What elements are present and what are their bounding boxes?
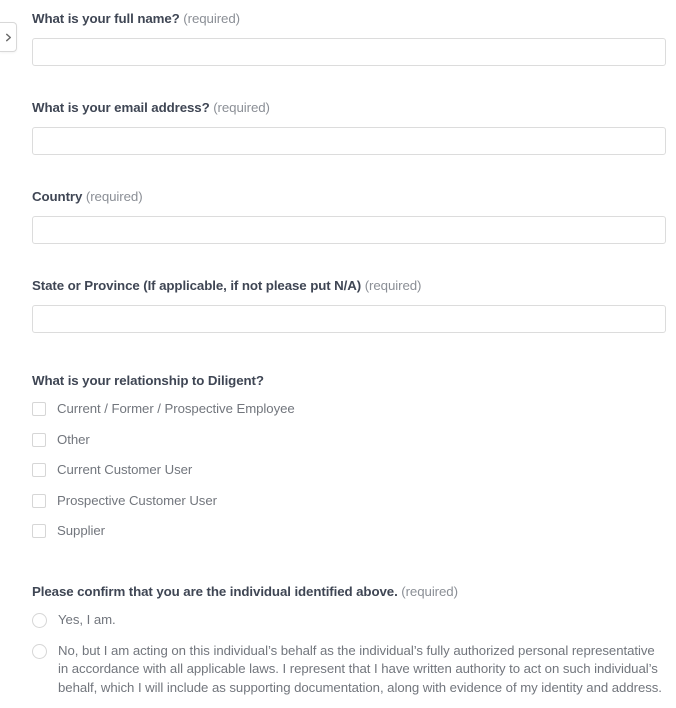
checkbox-row[interactable]: Current / Former / Prospective Employee [32,400,666,419]
checkbox-control[interactable] [32,493,46,508]
checkbox-row[interactable]: Current Customer User [32,461,666,480]
label-state-or-province: State or Province (If applicable, if not… [32,278,666,294]
label-relationship: What is your relationship to Diligent? [32,373,666,389]
radio-row[interactable]: Yes, I am. [32,611,666,630]
label-relationship-text: What is your relationship to Diligent? [32,373,264,388]
checkbox-label: Prospective Customer User [57,492,217,508]
checkbox-label: Other [57,431,90,447]
radio-control[interactable] [32,643,47,659]
required-marker: (required) [401,583,458,599]
checkbox-control[interactable] [32,463,46,478]
radio-label: No, but I am acting on this individual’s… [58,642,662,695]
chevron-right-icon [4,33,13,42]
label-country-text: Country [32,189,83,204]
required-marker: (required) [183,11,240,26]
checkbox-control[interactable] [32,432,46,447]
field-country: Country (required) [32,189,666,244]
country-input[interactable] [32,216,666,244]
full-name-input[interactable] [32,38,666,66]
required-marker: (required) [364,278,422,293]
checkbox-label: Supplier [57,523,105,539]
label-country: Country (required) [32,189,666,205]
required-marker: (required) [213,100,270,115]
label-email-address-text: What is your email address? [32,100,210,115]
label-confirm-identity: Please confirm that you are the individu… [32,584,666,600]
label-full-name-text: What is your full name? [32,11,180,26]
checkbox-label: Current Customer User [57,462,193,478]
privacy-request-form: What is your full name? (required) What … [32,0,666,697]
email-address-input[interactable] [32,127,666,155]
checkbox-row[interactable]: Prospective Customer User [32,492,666,511]
confirm-identity-radio-group: Yes, I am. No, but I am acting on this i… [32,611,666,697]
required-marker: (required) [85,189,143,204]
checkbox-control[interactable] [32,524,46,539]
label-full-name: What is your full name? (required) [32,11,666,27]
field-state-or-province: State or Province (If applicable, if not… [32,278,666,333]
field-full-name: What is your full name? (required) [32,11,666,66]
label-email-address: What is your email address? (required) [32,100,666,116]
checkbox-control[interactable] [32,402,46,416]
field-confirm-identity: Please confirm that you are the individu… [32,584,666,697]
field-email-address: What is your email address? (required) [32,100,666,155]
radio-control[interactable] [32,612,47,628]
label-state-or-province-text: State or Province (If applicable, if not… [32,278,362,293]
radio-row[interactable]: No, but I am acting on this individual’s… [32,642,666,698]
radio-label: Yes, I am. [58,611,116,627]
sidebar-expand-toggle[interactable] [0,22,17,52]
label-confirm-identity-text: Please confirm that you are the individu… [32,583,398,599]
state-or-province-input[interactable] [32,305,666,333]
field-relationship: What is your relationship to Diligent? C… [32,373,666,541]
checkbox-row[interactable]: Other [32,431,666,450]
checkbox-label: Current / Former / Prospective Employee [57,401,295,416]
relationship-checkbox-group: Current / Former / Prospective Employee … [32,400,666,541]
checkbox-row[interactable]: Supplier [32,522,666,541]
